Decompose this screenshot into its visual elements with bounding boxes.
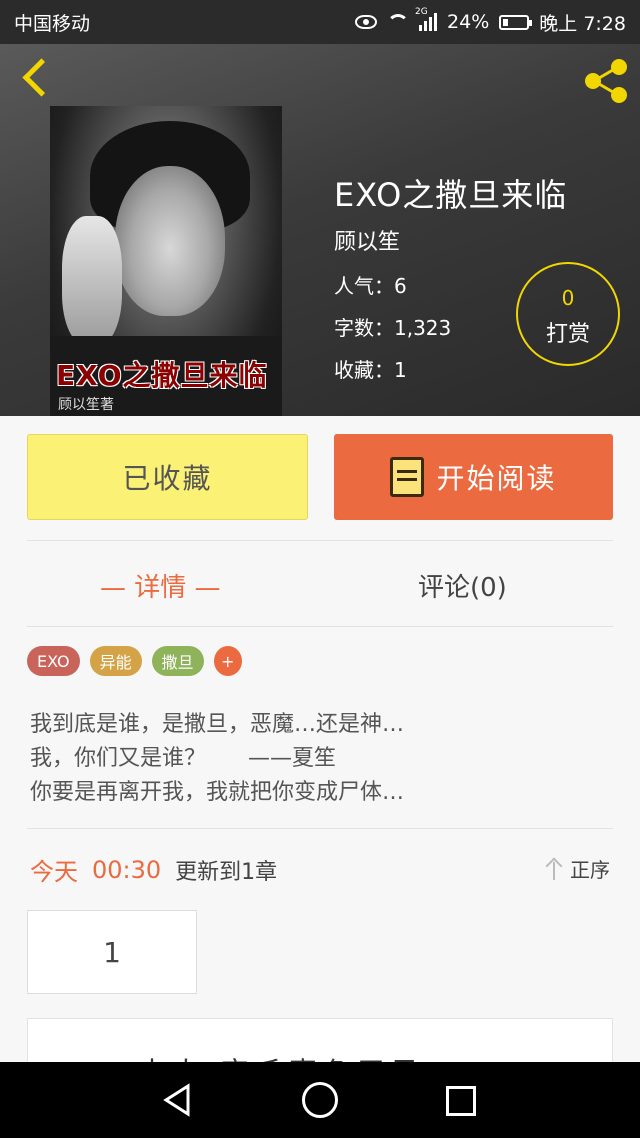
tag-exo[interactable]: EXO	[27, 646, 80, 676]
tag-list: EXO 异能 撒旦 +	[27, 646, 242, 676]
update-count: 更新到1章	[175, 859, 278, 885]
tag-satan[interactable]: 撒旦	[151, 646, 204, 676]
nav-back-button[interactable]	[160, 1082, 196, 1118]
book-favorites: 收藏：1	[334, 358, 407, 382]
signal-icon: 2G	[415, 7, 438, 31]
update-day: 今天	[30, 858, 78, 886]
status-icons: 2G 24% 晚上 7:28	[355, 7, 626, 36]
book-word-count: 字数：1,323	[334, 316, 452, 340]
book-description[interactable]: 我到底是谁，是撒旦，恶魔…还是神… 我，你们又是谁？ ——夏笙 你要是再离开我，…	[30, 708, 404, 810]
nav-home-button[interactable]	[302, 1082, 338, 1118]
chapter-item[interactable]: 1	[27, 910, 197, 994]
divider	[27, 626, 613, 627]
sort-order-label: 正序	[570, 858, 610, 882]
start-reading-label: 开始阅读	[436, 462, 557, 495]
reward-count: 0	[561, 286, 575, 310]
chapter-number: 1	[103, 935, 121, 969]
reward-label: 打赏	[545, 322, 590, 347]
eye-icon	[355, 15, 378, 29]
tag-ability[interactable]: 异能	[89, 646, 142, 676]
back-button[interactable]	[16, 56, 56, 100]
clock: 晚上 7:28	[539, 12, 626, 35]
start-reading-button[interactable]: 开始阅读	[334, 434, 613, 520]
book-author[interactable]: 顾以笙	[334, 224, 400, 256]
update-info: 今天 00:30 更新到1章	[30, 852, 277, 887]
system-navigation-bar	[0, 1062, 640, 1138]
cover-title: EXO之撒旦来临	[56, 359, 268, 392]
book-header: EXO之撒旦来临 顾以笙著 EXO之撒旦来临 顾以笙 人气：6 字数：1,323…	[0, 44, 640, 416]
reward-button[interactable]: 0 打赏	[516, 262, 620, 366]
status-bar: 中国移动 2G 24% 晚上 7:28	[0, 0, 640, 44]
tab-details-label: — 详情 —	[100, 572, 221, 603]
book-cover[interactable]: EXO之撒旦来临 顾以笙著	[50, 106, 282, 416]
battery-percent: 24%	[447, 11, 490, 33]
update-time: 00:30	[92, 855, 162, 884]
description-line: 我，你们又是谁？ ——夏笙	[30, 746, 336, 771]
arrow-up-icon	[546, 858, 562, 880]
tab-comments[interactable]: 评论(0)	[418, 562, 507, 608]
description-line: 我到底是谁，是撒旦，恶魔…还是神…	[30, 712, 405, 737]
tab-details[interactable]: — 详情 —	[100, 562, 221, 608]
tab-comments-label: 评论(0)	[418, 572, 507, 603]
description-line: 你要是再离开我，我就把你变成尸体…	[30, 780, 405, 805]
book-icon	[390, 457, 425, 497]
share-button[interactable]	[582, 58, 630, 104]
book-title: EXO之撒旦来临	[334, 176, 568, 214]
network-type: 2G	[415, 7, 428, 17]
nav-recents-button[interactable]	[446, 1086, 476, 1116]
divider	[27, 540, 613, 541]
back-triangle-icon	[163, 1083, 190, 1117]
carrier-label: 中国移动	[14, 12, 91, 35]
favorited-button[interactable]: 已收藏	[27, 434, 308, 520]
cover-author: 顾以笙著	[58, 397, 114, 413]
favorited-label: 已收藏	[122, 462, 213, 495]
battery-icon	[499, 14, 533, 30]
sort-order-button[interactable]: 正序	[546, 854, 610, 883]
share-icon	[585, 59, 627, 103]
wifi-icon	[387, 14, 410, 30]
add-tag-button[interactable]: +	[213, 646, 242, 676]
divider	[27, 828, 613, 829]
book-popularity: 人气：6	[334, 274, 407, 298]
